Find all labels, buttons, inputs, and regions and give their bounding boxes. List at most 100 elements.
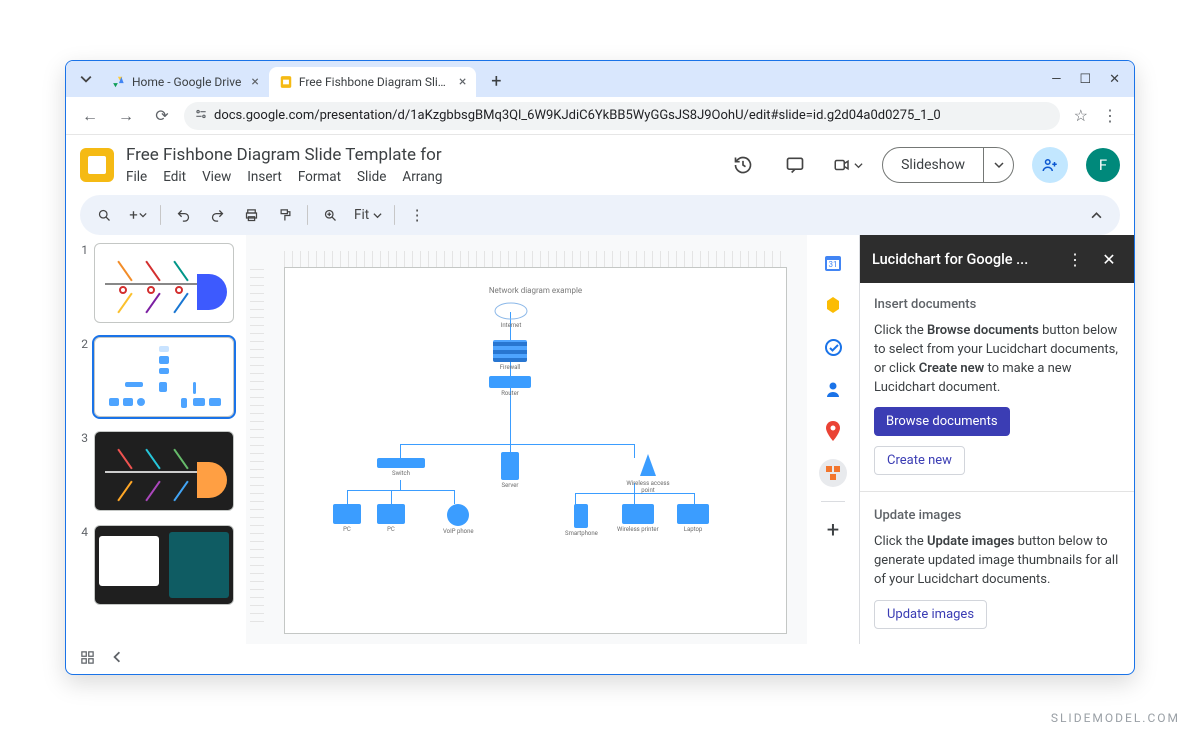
slideshow-button-group: Slideshow (882, 147, 1014, 183)
separator (860, 491, 1134, 492)
slide-number: 1 (76, 243, 88, 323)
more-tools-icon[interactable]: ⋮ (403, 201, 431, 229)
update-images-button[interactable]: Update images (874, 600, 987, 629)
collapse-toolbar-icon[interactable] (1082, 201, 1110, 229)
url-text: docs.google.com/presentation/d/1aKzgbbsg… (214, 108, 941, 123)
connector-line (347, 490, 348, 504)
cloud-icon (493, 300, 529, 320)
node-pc2: PC (377, 504, 405, 533)
menu-file[interactable]: File (126, 169, 147, 185)
zoom-tool-icon[interactable] (316, 201, 344, 229)
tab-close-icon[interactable]: × (251, 74, 258, 90)
menu-insert[interactable]: Insert (247, 169, 282, 185)
node-smartphone: Smartphone (565, 504, 598, 537)
horizontal-ruler (284, 251, 787, 267)
workspace: 1 2 (66, 235, 1134, 644)
browser-window: Home - Google Drive × Free Fishbone Diag… (65, 60, 1135, 675)
insert-documents-text: Click the Browse documents button below … (874, 322, 1120, 397)
slide-canvas[interactable]: Network diagram example (284, 267, 787, 634)
menu-edit[interactable]: Edit (163, 169, 186, 185)
lucidchart-addon-icon[interactable] (819, 459, 847, 487)
browse-documents-button[interactable]: Browse documents (874, 407, 1010, 436)
menu-view[interactable]: View (202, 169, 231, 185)
new-tab-button[interactable]: + (482, 67, 510, 95)
paint-format-button[interactable] (271, 201, 299, 229)
meet-button[interactable] (830, 148, 864, 182)
drive-icon (112, 75, 126, 89)
tasks-icon[interactable] (819, 333, 847, 361)
forward-button[interactable]: → (112, 102, 140, 130)
url-field[interactable]: docs.google.com/presentation/d/1aKzgbbsg… (184, 102, 1060, 130)
panel-menu-icon[interactable]: ⋮ (1062, 246, 1088, 272)
separator (821, 501, 845, 502)
canvas-area: Network diagram example (246, 235, 807, 644)
account-avatar[interactable]: F (1086, 148, 1120, 182)
connector-line (400, 480, 401, 490)
connector-line (347, 490, 455, 491)
redo-button[interactable] (203, 201, 231, 229)
get-addons-button[interactable]: + (819, 516, 847, 544)
browser-tab-drive[interactable]: Home - Google Drive × (102, 67, 269, 97)
minimize-icon[interactable]: — (1051, 72, 1061, 87)
menu-arrange[interactable]: Arrang (402, 169, 442, 185)
lucidchart-panel-header: Lucidchart for Google ... ⋮ ✕ (860, 235, 1134, 283)
search-menus-icon[interactable] (90, 201, 118, 229)
slide-thumbnail-4[interactable] (94, 525, 234, 605)
slideshow-button[interactable]: Slideshow (883, 148, 983, 182)
calendar-icon[interactable]: 31 (819, 249, 847, 277)
keep-icon[interactable] (819, 291, 847, 319)
slide-number: 3 (76, 431, 88, 511)
maps-icon[interactable] (819, 417, 847, 445)
diagram-title: Network diagram example (285, 286, 786, 295)
reload-button[interactable]: ⟳ (148, 102, 176, 130)
node-router: Router (489, 376, 531, 397)
browser-tab-slides[interactable]: Free Fishbone Diagram Slide Te × (269, 67, 476, 97)
site-settings-icon[interactable] (194, 107, 208, 124)
separator (394, 205, 395, 225)
lucidchart-panel-title: Lucidchart for Google ... (872, 251, 1054, 268)
node-server: Server (501, 452, 519, 489)
separator (160, 205, 161, 225)
svg-text:31: 31 (829, 260, 838, 269)
separator (307, 205, 308, 225)
contacts-icon[interactable] (819, 375, 847, 403)
lucidchart-panel: Lucidchart for Google ... ⋮ ✕ Insert doc… (859, 235, 1134, 644)
slide-thumbnail-2[interactable] (94, 337, 234, 417)
browser-tabs-bar: Home - Google Drive × Free Fishbone Diag… (66, 61, 1134, 97)
node-switch: Switch (377, 458, 425, 477)
close-window-icon[interactable]: ✕ (1109, 72, 1120, 87)
slideshow-dropdown[interactable] (983, 148, 1013, 182)
back-button[interactable]: ← (76, 102, 104, 130)
node-voip: VoIP phone (443, 504, 474, 535)
panel-close-icon[interactable]: ✕ (1096, 246, 1122, 272)
slides-logo-icon[interactable] (80, 148, 114, 182)
new-slide-button[interactable]: + (124, 201, 152, 229)
bookmark-star-icon[interactable]: ☆ (1074, 106, 1088, 125)
tabs-dropdown-icon[interactable] (74, 67, 98, 91)
app-header: Free Fishbone Diagram Slide Template for… (66, 135, 1134, 189)
print-button[interactable] (237, 201, 265, 229)
slide-thumbnail-1[interactable] (94, 243, 234, 323)
slide-number: 4 (76, 525, 88, 605)
slides-icon (279, 75, 293, 89)
explore-collapse-icon[interactable] (111, 651, 123, 667)
maximize-icon[interactable]: ☐ (1079, 72, 1091, 87)
menu-slide[interactable]: Slide (357, 169, 386, 185)
slide-thumbnail-3[interactable] (94, 431, 234, 511)
tab-close-icon[interactable]: × (459, 74, 466, 90)
undo-button[interactable] (169, 201, 197, 229)
tab-title: Home - Google Drive (132, 75, 241, 89)
insert-documents-heading: Insert documents (874, 297, 1120, 312)
slide-thumbnails: 1 2 (66, 235, 246, 644)
menu-format[interactable]: Format (298, 169, 341, 185)
version-history-icon[interactable] (726, 148, 760, 182)
grid-view-icon[interactable] (80, 650, 95, 669)
update-images-text: Click the Update images button below to … (874, 533, 1120, 590)
comments-icon[interactable] (778, 148, 812, 182)
share-button[interactable] (1032, 147, 1068, 183)
document-title[interactable]: Free Fishbone Diagram Slide Template for (126, 145, 714, 165)
zoom-dropdown[interactable]: Fit (350, 207, 386, 223)
browser-menu-icon[interactable]: ⋮ (1102, 106, 1118, 125)
node-pc1: PC (333, 504, 361, 533)
create-new-button[interactable]: Create new (874, 446, 965, 475)
